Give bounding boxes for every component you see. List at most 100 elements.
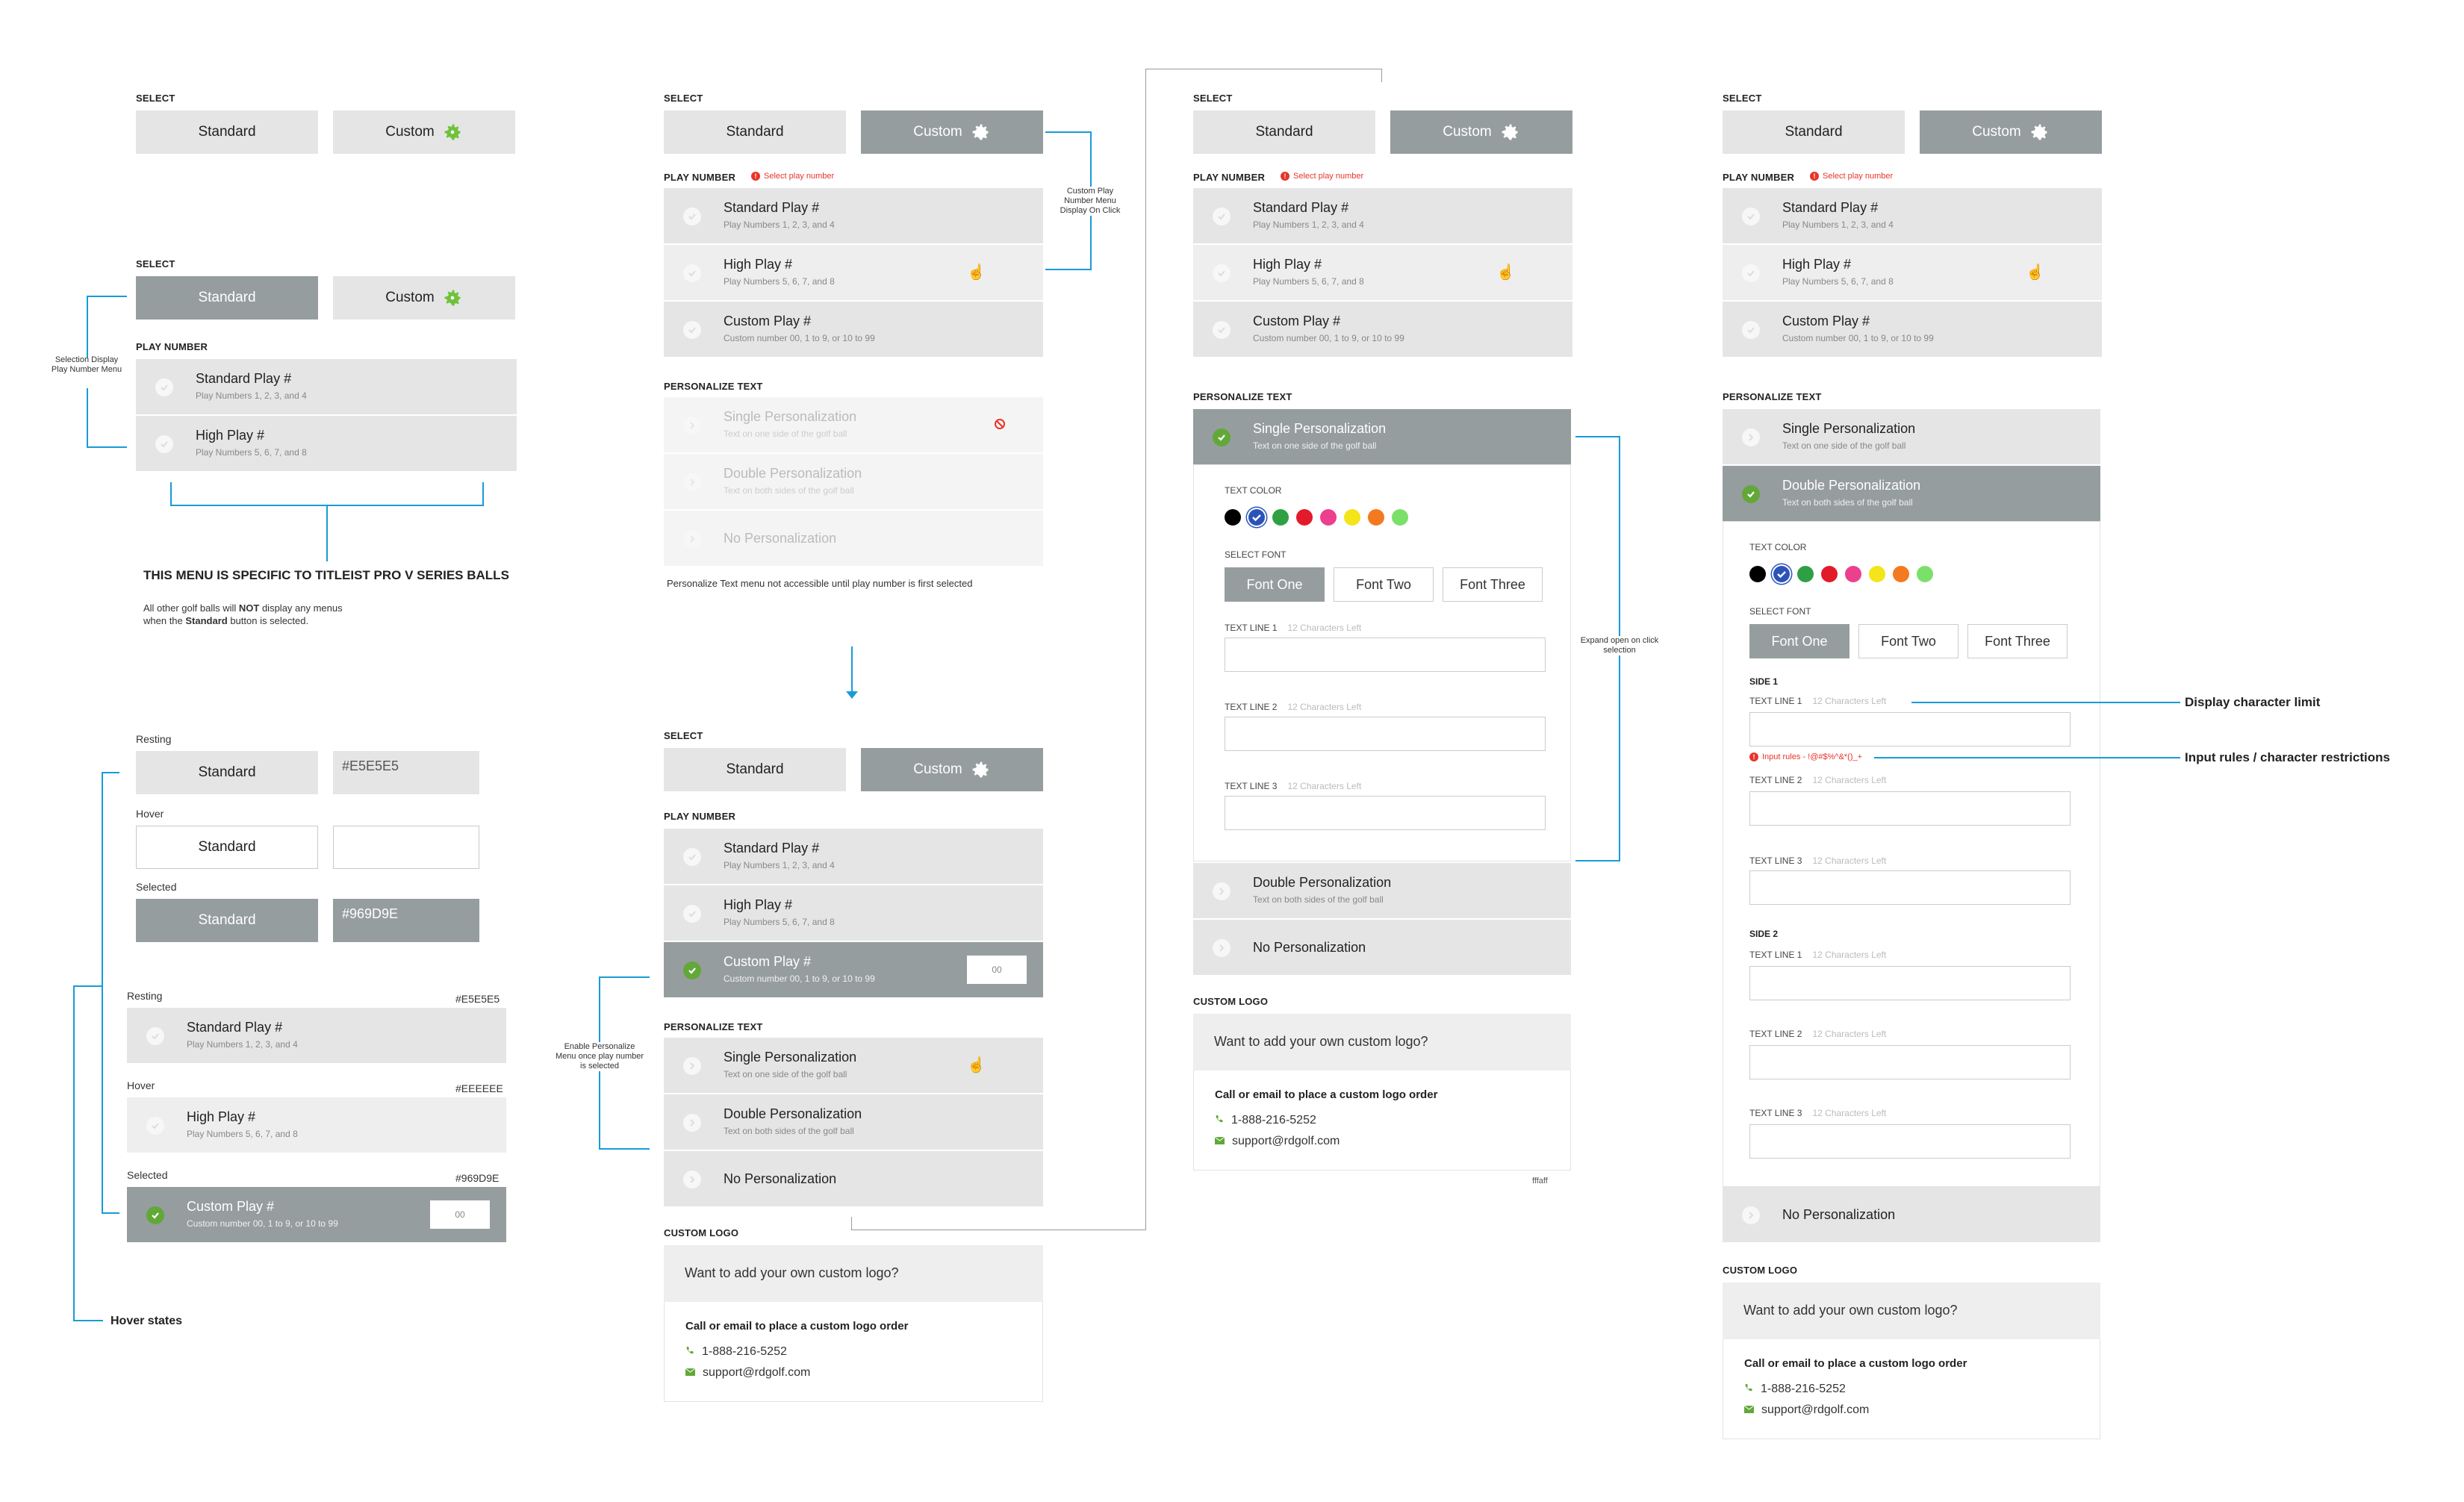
color-swatch[interactable] <box>1797 566 1814 582</box>
color-swatch[interactable] <box>1296 509 1313 526</box>
color-swatch[interactable] <box>1821 566 1838 582</box>
single-pers-row-selected[interactable]: Single Personalization Text on one side o… <box>1193 409 1571 464</box>
email-link[interactable]: support@rdgolf.com <box>1743 1403 1869 1417</box>
phone-link[interactable]: 1-888-216-5252 <box>1215 1114 1316 1127</box>
text-line-1-input[interactable] <box>1225 638 1546 672</box>
color-swatch[interactable] <box>1893 566 1909 582</box>
side1-line-1-input[interactable] <box>1749 712 2071 747</box>
standard-button[interactable]: Standard <box>136 110 318 154</box>
single-pers-row[interactable]: Single Personalization Text on one side o… <box>664 1038 1043 1093</box>
email-link[interactable]: support@rdgolf.com <box>1214 1135 1340 1148</box>
font-three-button[interactable]: Font Three <box>1967 624 2068 658</box>
side1-line-3-input[interactable] <box>1749 870 2071 905</box>
custom-button-selected[interactable]: Custom <box>861 748 1043 791</box>
check-icon <box>1742 321 1760 339</box>
font-one-button[interactable]: Font One <box>1225 567 1325 602</box>
play-number-label: PLAY NUMBER <box>664 811 736 822</box>
side1-line-2-input[interactable] <box>1749 791 2071 826</box>
standard-button[interactable]: Standard <box>1193 110 1375 154</box>
check-icon <box>1213 264 1231 282</box>
custom-logo-question[interactable]: Want to add your own custom logo? <box>664 1245 1043 1302</box>
no-pers-row[interactable]: No Personalization <box>664 1151 1043 1206</box>
standard-play-row[interactable]: Standard Play # Play Numbers 1, 2, 3, and… <box>1723 188 2102 243</box>
custom-button[interactable]: Custom <box>333 276 515 320</box>
text-line-2-input[interactable] <box>1225 717 1546 751</box>
color-swatch[interactable] <box>1225 509 1241 526</box>
color-swatch[interactable] <box>1248 509 1265 526</box>
select-label: SELECT <box>1193 93 1233 104</box>
no-pers-row[interactable]: No Personalization <box>1193 920 1571 975</box>
chevron-icon <box>683 530 701 548</box>
custom-button-selected[interactable]: Custom <box>1390 110 1572 154</box>
standard-button[interactable]: Standard <box>1723 110 1905 154</box>
side2-line-3-input[interactable] <box>1749 1124 2071 1159</box>
standard-button[interactable]: Standard <box>664 748 846 791</box>
standard-play-row[interactable]: Standard Play # Play Numbers 1, 2, 3, and… <box>664 188 1043 243</box>
high-play-row[interactable]: High Play # Play Numbers 5, 6, 7, and 8 ☝ <box>1723 245 2102 300</box>
double-pers-panel <box>1723 521 2100 1187</box>
custom-logo-question[interactable]: Want to add your own custom logo? <box>1723 1283 2100 1339</box>
color-swatch[interactable] <box>1368 509 1384 526</box>
single-pers-row[interactable]: Single Personalization Text on one side o… <box>1723 409 2100 464</box>
standard-play-row[interactable]: Standard Play # Play Numbers 1, 2, 3, and… <box>664 829 1043 884</box>
phone-link[interactable]: 1-888-216-5252 <box>1744 1383 1846 1396</box>
envelope-icon <box>1214 1135 1225 1148</box>
text-line-3-input[interactable] <box>1225 796 1546 830</box>
color-swatch[interactable] <box>1272 509 1289 526</box>
double-pers-row[interactable]: Double Personalization Text on both sides… <box>664 1094 1043 1150</box>
font-two-button[interactable]: Font Two <box>1334 567 1434 602</box>
standard-button[interactable]: Standard <box>664 110 846 154</box>
color-swatch[interactable] <box>1869 566 1885 582</box>
chevron-icon <box>683 417 701 434</box>
double-pers-row-selected[interactable]: Double Personalization Text on both sides… <box>1723 466 2100 521</box>
color-swatch[interactable] <box>1773 566 1790 582</box>
no-pers-row[interactable]: No Personalization <box>1723 1187 2100 1242</box>
color-swatch[interactable] <box>1392 509 1408 526</box>
side-1-label: SIDE 1 <box>1749 676 1779 687</box>
custom-number-input[interactable]: 00 <box>967 956 1027 984</box>
high-play-row[interactable]: High Play # Play Numbers 5, 6, 7, and 8 ☝ <box>664 245 1043 300</box>
double-pers-row[interactable]: Double Personalization Text on both sides… <box>1193 863 1571 918</box>
hover-swatch <box>333 826 479 869</box>
standard-button-selected[interactable]: Standard <box>136 276 318 320</box>
custom-button[interactable]: Custom <box>333 110 515 154</box>
resting-hex: #E5E5E5 <box>455 993 500 1005</box>
text-color-label: TEXT COLOR <box>1749 542 1807 552</box>
custom-logo-label: CUSTOM LOGO <box>664 1227 739 1238</box>
color-swatch[interactable] <box>1845 566 1861 582</box>
chevron-icon <box>683 473 701 491</box>
high-play-row[interactable]: High Play # Play Numbers 5, 6, 7, and 8 <box>136 416 517 471</box>
color-swatch[interactable] <box>1917 566 1933 582</box>
custom-play-row[interactable]: Custom Play # Custom number 00, 1 to 9, o… <box>1723 302 2102 357</box>
email-link[interactable]: support@rdgolf.com <box>685 1366 810 1380</box>
chevron-icon <box>1742 1206 1760 1224</box>
custom-play-row[interactable]: Custom Play # Custom number 00, 1 to 9, o… <box>1193 302 1572 357</box>
standard-resting: Standard <box>136 751 318 794</box>
custom-logo-question[interactable]: Want to add your own custom logo? <box>1193 1014 1571 1071</box>
chevron-icon <box>683 1057 701 1075</box>
side2-line-2-input[interactable] <box>1749 1045 2071 1079</box>
high-play-row[interactable]: High Play # Play Numbers 5, 6, 7, and 8 ☝ <box>1193 245 1572 300</box>
high-play-row[interactable]: High Play # Play Numbers 5, 6, 7, and 8 <box>664 885 1043 941</box>
custom-play-row[interactable]: Custom Play # Custom number 00, 1 to 9, o… <box>664 302 1043 357</box>
side2-line-1-input[interactable] <box>1749 966 2071 1000</box>
font-two-button[interactable]: Font Two <box>1858 624 1959 658</box>
play-number-label: PLAY NUMBER <box>136 341 208 352</box>
color-swatch[interactable] <box>1749 566 1766 582</box>
custom-button-selected[interactable]: Custom <box>861 110 1043 154</box>
no-pers-row-disabled: No Personalization <box>664 511 1043 566</box>
select-label: SELECT <box>1723 93 1762 104</box>
font-one-button[interactable]: Font One <box>1749 624 1849 658</box>
envelope-icon <box>685 1366 696 1380</box>
hand-cursor-icon: ☝ <box>1496 264 1515 281</box>
standard-play-row[interactable]: Standard Play # Play Numbers 1, 2, 3, and… <box>1193 188 1572 243</box>
selected-label: Selected <box>127 1169 168 1181</box>
standard-play-row[interactable]: Standard Play # Play Numbers 1, 2, 3, and… <box>136 359 517 414</box>
color-swatch[interactable] <box>1320 509 1337 526</box>
color-swatch[interactable] <box>1344 509 1360 526</box>
font-three-button[interactable]: Font Three <box>1443 567 1543 602</box>
custom-button-selected[interactable]: Custom <box>1920 110 2102 154</box>
error-icon: ! <box>1281 172 1289 181</box>
custom-play-row-selected[interactable]: Custom Play # Custom number 00, 1 to 9, o… <box>664 942 1043 997</box>
phone-link[interactable]: 1-888-216-5252 <box>685 1345 787 1359</box>
